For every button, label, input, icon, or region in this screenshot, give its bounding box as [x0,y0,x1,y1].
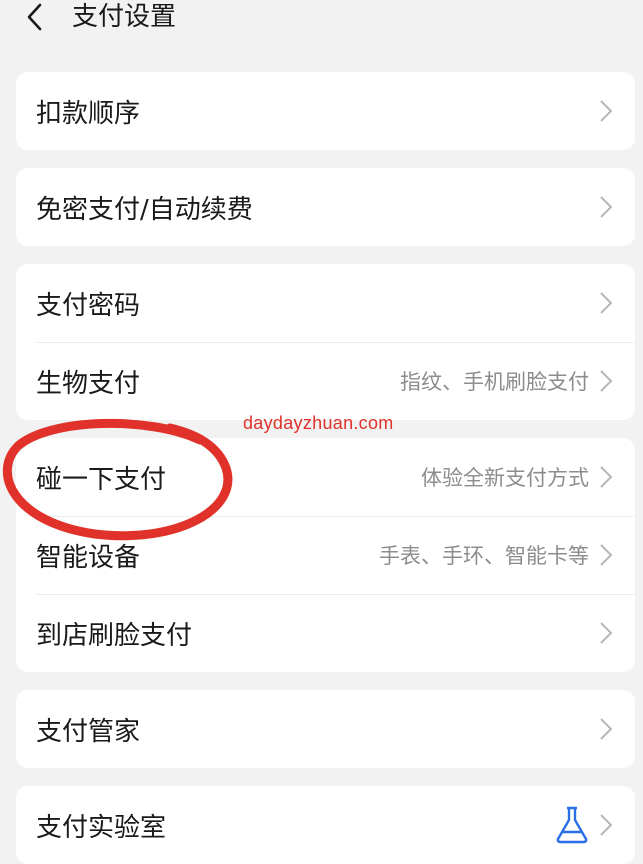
watermark-text: daydayzhuan.com [243,413,394,433]
settings-card-debit-order: 扣款顺序 [16,72,635,150]
row-label: 免密支付/自动续费 [36,194,253,225]
row-payment-lab[interactable]: 支付实验室 [16,786,635,864]
chevron-right-icon [600,814,613,836]
row-value: 手表、手环、智能卡等 [379,544,589,568]
row-biometric-payment[interactable]: 生物支付 指纹、手机刷脸支付 [16,342,635,420]
back-arrow-icon[interactable] [22,2,52,32]
row-tap-to-pay[interactable]: 碰一下支付 体验全新支付方式 [16,438,635,516]
row-in-store-face-pay[interactable]: 到店刷脸支付 [16,594,635,672]
page-title: 支付设置 [72,2,177,32]
row-label: 生物支付 [36,368,141,399]
row-debit-order[interactable]: 扣款顺序 [16,72,635,150]
chevron-right-icon [600,292,613,314]
row-value: 体验全新支付方式 [421,466,589,490]
row-label: 碰一下支付 [36,464,167,495]
chevron-right-icon [600,544,613,566]
row-label: 支付密码 [36,290,141,321]
row-payment-password[interactable]: 支付密码 [16,264,635,342]
settings-card-password-free: 免密支付/自动续费 [16,168,635,246]
row-label: 扣款顺序 [36,98,141,129]
settings-card-security: 支付密码 生物支付 指纹、手机刷脸支付 [16,264,635,420]
header-bar: 支付设置 [0,0,643,40]
flask-icon [556,806,588,844]
row-password-free-auto-renew[interactable]: 免密支付/自动续费 [16,168,635,246]
chevron-right-icon [600,718,613,740]
row-label: 支付实验室 [36,812,167,843]
row-label: 支付管家 [36,716,141,747]
chevron-right-icon [600,466,613,488]
settings-card-lab: 支付实验室 [16,786,635,864]
row-label: 智能设备 [36,542,141,573]
chevron-right-icon [600,100,613,122]
chevron-right-icon [600,622,613,644]
row-payment-manager[interactable]: 支付管家 [16,690,635,768]
chevron-right-icon [600,370,613,392]
row-label: 到店刷脸支付 [36,620,193,651]
settings-card-devices: 碰一下支付 体验全新支付方式 智能设备 手表、手环、智能卡等 到店刷脸支付 [16,438,635,672]
row-value: 指纹、手机刷脸支付 [400,370,589,394]
row-smart-devices[interactable]: 智能设备 手表、手环、智能卡等 [16,516,635,594]
settings-card-payment-manager: 支付管家 [16,690,635,768]
chevron-right-icon [600,196,613,218]
